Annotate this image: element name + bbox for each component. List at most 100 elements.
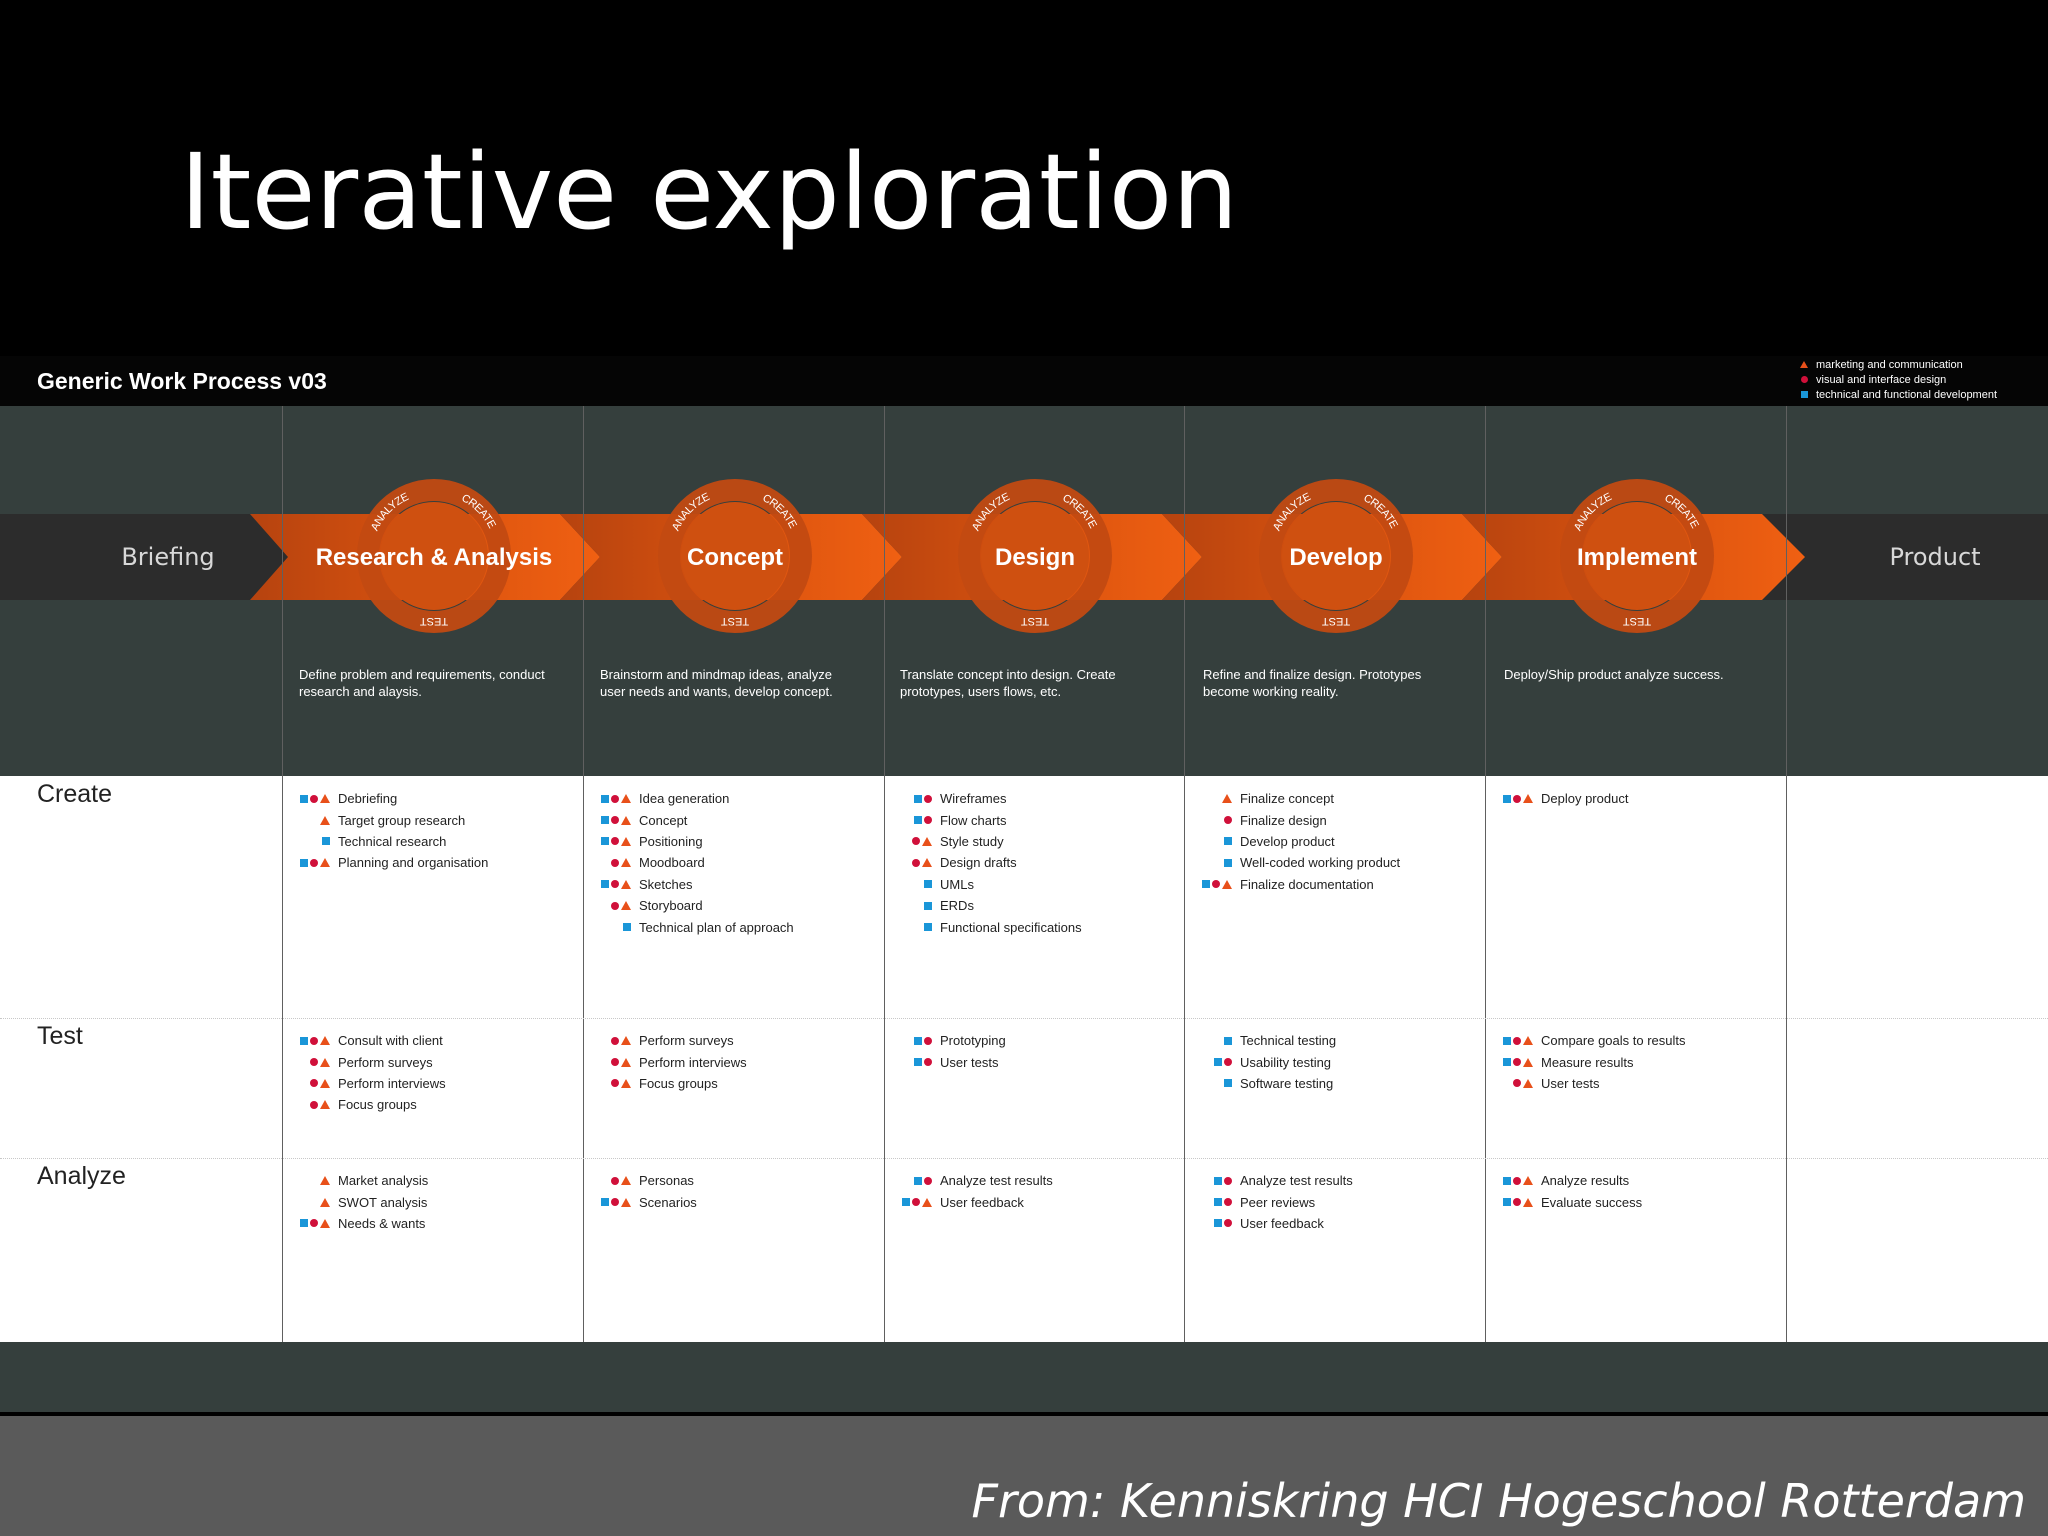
activity-item: Idea generation xyxy=(591,788,881,809)
activity-list-create-develop: Finalize concept Finalize design Develop p… xyxy=(1192,788,1482,895)
activity-item: Sketches xyxy=(591,874,881,895)
activity-item: Wireframes xyxy=(892,788,1182,809)
square-icon xyxy=(300,1219,308,1228)
activity-label: User tests xyxy=(940,1054,999,1070)
discipline-symbols xyxy=(1192,1058,1232,1067)
activity-list-analyze-develop: Analyze test results Peer reviews User fee… xyxy=(1192,1170,1482,1234)
activity-item: Flow charts xyxy=(892,809,1182,830)
circle-icon xyxy=(924,1058,932,1067)
activity-item: Focus groups xyxy=(290,1094,580,1115)
discipline-symbols xyxy=(892,1058,932,1067)
activity-label: User feedback xyxy=(940,1194,1024,1210)
activity-item: Design drafts xyxy=(892,852,1182,873)
activity-item: SWOT analysis xyxy=(290,1191,580,1212)
activity-item: Storyboard xyxy=(591,895,881,916)
discipline-symbols xyxy=(591,858,631,868)
circle-icon xyxy=(924,1176,932,1185)
activity-label: Evaluate success xyxy=(1541,1194,1643,1210)
activity-list-analyze-implement: Analyze results Evaluate success xyxy=(1493,1170,1783,1213)
circle-icon xyxy=(924,794,932,803)
activity-label: Consult with client xyxy=(338,1033,443,1049)
cycle-label-test: TEST xyxy=(420,615,448,627)
activity-label: Debriefing xyxy=(338,791,398,807)
legend-label: visual and interface design xyxy=(1816,373,1947,386)
cycle-label-test: TEST xyxy=(1623,615,1651,627)
phase-description-research: Define problem and requirements, conduct… xyxy=(299,667,545,699)
circle-icon xyxy=(310,858,318,867)
circle-icon xyxy=(611,1198,619,1207)
activity-item: Debriefing xyxy=(290,788,580,809)
activity-list-create-research: Debriefing Target group research Technical… xyxy=(290,788,580,874)
column-divider xyxy=(1485,406,1486,1342)
triangle-icon xyxy=(1800,361,1808,368)
activity-label: User feedback xyxy=(1240,1215,1324,1231)
discipline-symbols xyxy=(290,1036,330,1046)
triangle-icon xyxy=(1222,879,1232,889)
row-label-create: Create xyxy=(37,780,113,808)
discipline-symbols xyxy=(290,1197,330,1207)
activity-label: Sketches xyxy=(639,876,693,892)
square-icon xyxy=(623,923,631,932)
row-label-analyze: Analyze xyxy=(37,1162,126,1190)
activity-label: Perform interviews xyxy=(338,1075,446,1091)
square-icon xyxy=(1214,1176,1222,1185)
square-icon xyxy=(1224,837,1232,846)
activity-list-test-implement: Compare goals to results Measure results U… xyxy=(1493,1030,1783,1094)
square-icon xyxy=(300,794,308,803)
activity-label: Target group research xyxy=(338,812,466,828)
activity-item: Style study xyxy=(892,831,1182,852)
discipline-symbols xyxy=(892,836,932,846)
activity-label: Concept xyxy=(639,812,688,828)
square-icon xyxy=(1214,1058,1222,1067)
square-icon xyxy=(322,837,330,846)
triangle-icon xyxy=(320,1057,330,1067)
circle-icon xyxy=(310,1100,318,1109)
circle-icon xyxy=(611,1079,619,1088)
triangle-icon xyxy=(621,879,631,889)
discipline-symbols xyxy=(591,836,631,846)
activity-list-create-implement: Deploy product xyxy=(1493,788,1783,809)
circle-icon xyxy=(1513,1058,1521,1067)
start-label: Briefing xyxy=(121,543,214,571)
activity-label: Measure results xyxy=(1541,1054,1634,1070)
activity-item: Analyze test results xyxy=(892,1170,1182,1191)
triangle-icon xyxy=(320,1176,330,1186)
activity-label: Finalize documentation xyxy=(1240,876,1374,892)
activity-item: Personas xyxy=(591,1170,881,1191)
discipline-symbols xyxy=(290,1078,330,1088)
circle-icon xyxy=(924,816,932,825)
circle-icon xyxy=(310,794,318,803)
phase-cycle-develop: ANALYZE CREATETESTDevelop xyxy=(1259,479,1413,633)
activity-item: Planning and organisation xyxy=(290,852,580,873)
square-icon xyxy=(1224,1036,1232,1045)
activity-item: Measure results xyxy=(1493,1051,1783,1072)
discipline-symbols xyxy=(1192,879,1232,889)
slide-footer: From: Kenniskring HCI Hogeschool Rotterd… xyxy=(0,1416,2048,1536)
square-icon xyxy=(1503,794,1511,803)
square-icon xyxy=(914,794,922,803)
activity-item: Focus groups xyxy=(591,1073,881,1094)
discipline-symbols xyxy=(290,1218,330,1228)
diagram-title: Generic Work Process v03 xyxy=(37,368,327,394)
activity-label: User tests xyxy=(1541,1075,1600,1091)
square-icon xyxy=(1503,1058,1511,1067)
discipline-symbols xyxy=(591,815,631,825)
square-icon xyxy=(924,880,932,889)
activity-item: Analyze results xyxy=(1493,1170,1783,1191)
triangle-icon xyxy=(1523,794,1533,804)
circle-icon xyxy=(611,880,619,889)
activity-label: Prototyping xyxy=(940,1033,1006,1049)
phase-name-concept: Concept xyxy=(687,544,783,571)
circle-icon xyxy=(1224,1198,1232,1207)
triangle-icon xyxy=(922,1197,932,1207)
discipline-symbols xyxy=(892,794,932,803)
legend-label: technical and functional development xyxy=(1816,388,1998,401)
row-divider xyxy=(0,1158,2048,1159)
activity-item: Needs & wants xyxy=(290,1213,580,1234)
activity-item: Market analysis xyxy=(290,1170,580,1191)
triangle-icon xyxy=(922,858,932,868)
legend-item-marketing: marketing and communication xyxy=(1798,357,1997,372)
discipline-symbols xyxy=(1192,1079,1232,1088)
activity-label: Technical plan of approach xyxy=(639,919,794,935)
square-icon xyxy=(902,1198,910,1207)
